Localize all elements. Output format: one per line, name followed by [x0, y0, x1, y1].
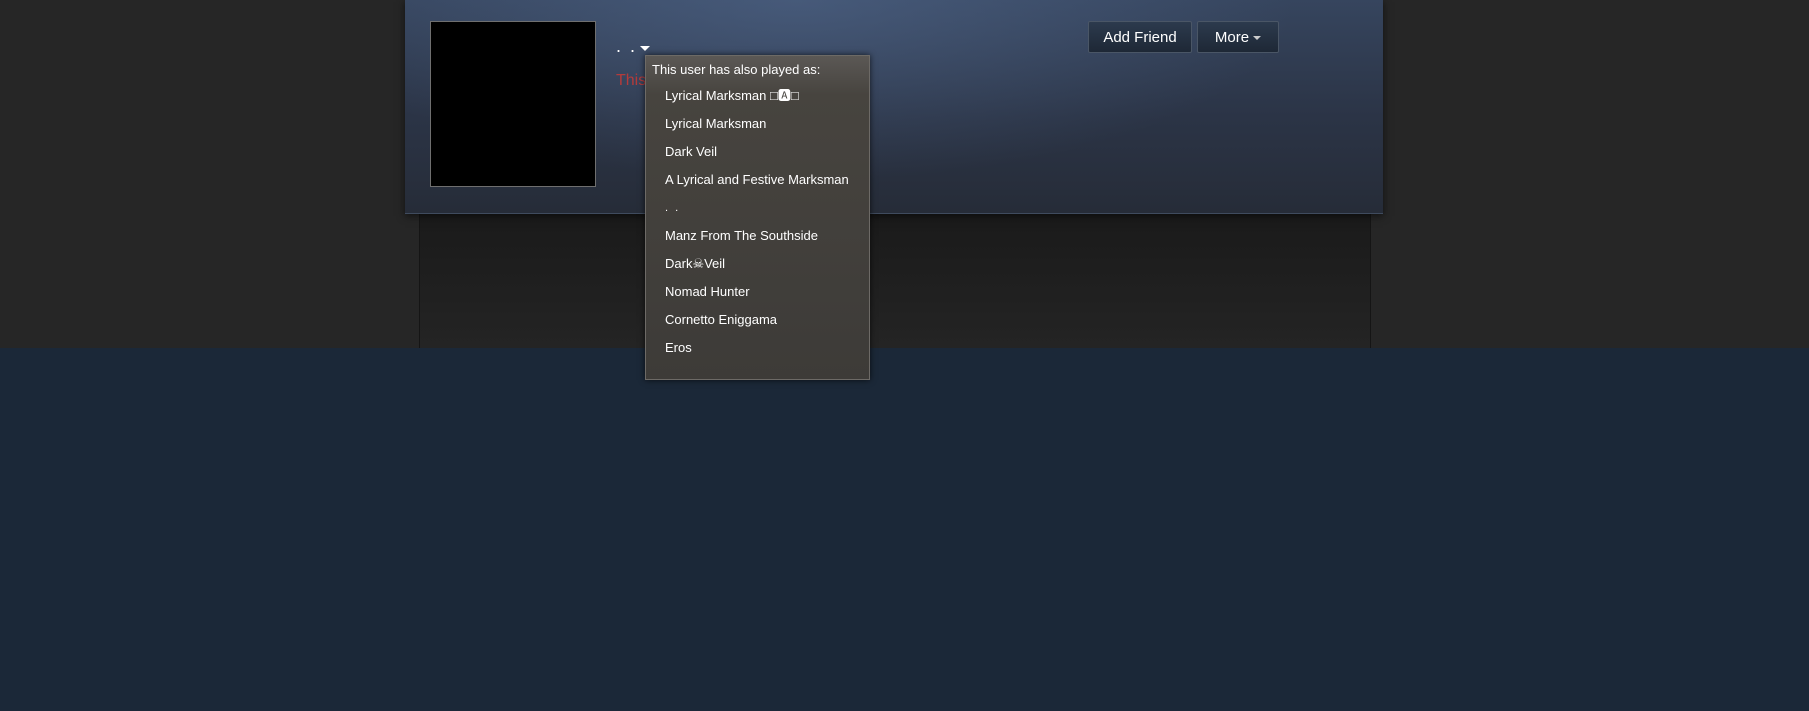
alias-item[interactable]: Lyrical Marksman □🅰□	[665, 82, 849, 110]
add-friend-button[interactable]: Add Friend	[1088, 21, 1192, 53]
persona-name-dropdown[interactable]: . .	[616, 36, 651, 57]
alias-item[interactable]: Cornetto Eniggama	[665, 306, 849, 334]
avatar-frame	[430, 21, 596, 187]
private-profile-notice: This	[616, 72, 647, 89]
alias-item[interactable]: Dark Veil	[665, 138, 849, 166]
alias-item[interactable]: . .	[665, 194, 849, 222]
profile-content-area	[419, 213, 1371, 348]
caret-down-icon	[640, 45, 651, 51]
alias-history-popup: This user has also played as: Lyrical Ma…	[645, 55, 870, 380]
persona-name: . .	[616, 36, 638, 56]
alias-popup-header: This user has also played as:	[652, 62, 821, 77]
alias-item[interactable]: Eros	[665, 334, 849, 362]
alias-item[interactable]: Dark☠Veil	[665, 250, 849, 278]
add-friend-label: Add Friend	[1103, 28, 1177, 46]
avatar	[431, 22, 595, 186]
more-button[interactable]: More	[1197, 21, 1279, 53]
more-label: More	[1214, 28, 1250, 46]
alias-item[interactable]: Manz From The Southside	[665, 222, 849, 250]
alias-item[interactable]: Nomad Hunter	[665, 278, 849, 306]
alias-item[interactable]: Lyrical Marksman	[665, 110, 849, 138]
alias-item[interactable]: A Lyrical and Festive Marksman	[665, 166, 849, 194]
alias-list: Lyrical Marksman □🅰□ Lyrical Marksman Da…	[665, 82, 849, 362]
chevron-down-icon	[1253, 36, 1262, 40]
